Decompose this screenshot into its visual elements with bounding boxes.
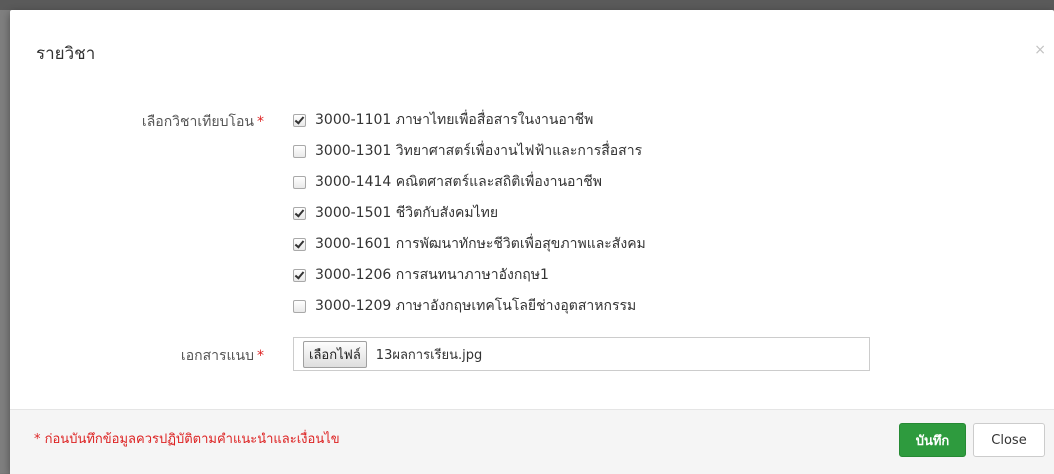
subject-option[interactable]: 3000-1209 ภาษาอังกฤษเทคโนโลยีช่างอุตสาหก…: [293, 296, 636, 316]
subject-option[interactable]: 3000-1501 ชีวิตกับสังคมไทย: [293, 203, 498, 223]
backdrop-top-bar: [0, 0, 1054, 10]
subject-label: 3000-1601 การพัฒนาทักษะชีวิตเพื่อสุขภาพแ…: [315, 236, 646, 252]
subject-option[interactable]: 3000-1414 คณิตศาสตร์และสถิติเพื่องานอาชี…: [293, 172, 602, 192]
modal-title: รายวิชา: [36, 44, 96, 64]
close-icon[interactable]: ×: [1034, 42, 1046, 58]
subjects-label: เลือกวิชาเทียบโอน *: [141, 114, 264, 130]
choose-file-button[interactable]: เลือกไฟล์: [303, 340, 367, 368]
subject-checkbox[interactable]: [293, 175, 306, 189]
subject-option[interactable]: 3000-1206 การสนทนาภาษาอังกฤษ1: [293, 265, 549, 285]
subject-label: 3000-1414 คณิตศาสตร์และสถิติเพื่องานอาชี…: [315, 174, 603, 190]
file-input[interactable]: เลือกไฟล์ 13ผลการเรียน.jpg: [293, 337, 870, 371]
subject-label: 3000-1101 ภาษาไทยเพื่อสื่อสารในงานอาชีพ: [315, 112, 594, 128]
save-button[interactable]: บันทึก: [899, 423, 966, 457]
subject-modal: รายวิชา × เลือกวิชาเทียบโอน * 3000-1101 ภ…: [10, 10, 1054, 474]
subject-checkbox[interactable]: [293, 113, 306, 127]
subject-checkbox[interactable]: [293, 144, 306, 158]
subject-label: 3000-1206 การสนทนาภาษาอังกฤษ1: [315, 267, 549, 283]
required-mark: *: [257, 114, 264, 130]
footer-note: * ก่อนบันทึกข้อมูลควรปฏิบัติตามคำแนะนำแล…: [34, 432, 340, 447]
subject-option[interactable]: 3000-1101 ภาษาไทยเพื่อสื่อสารในงานอาชีพ: [293, 110, 593, 130]
subject-checkbox[interactable]: [293, 237, 306, 251]
subject-option[interactable]: 3000-1301 วิทยาศาสตร์เพื่องานไฟฟ้าและการ…: [293, 141, 642, 161]
subject-checkbox[interactable]: [293, 299, 306, 313]
file-name: 13ผลการเรียน.jpg: [375, 347, 483, 363]
subject-checkbox[interactable]: [293, 206, 306, 220]
subject-checkbox[interactable]: [293, 268, 306, 282]
subject-option[interactable]: 3000-1601 การพัฒนาทักษะชีวิตเพื่อสุขภาพแ…: [293, 234, 646, 254]
modal-header: รายวิชา ×: [10, 10, 1054, 88]
close-button[interactable]: Close: [973, 423, 1045, 457]
subject-label: 3000-1301 วิทยาศาสตร์เพื่องานไฟฟ้าและการ…: [315, 143, 643, 159]
subject-label: 3000-1209 ภาษาอังกฤษเทคโนโลยีช่างอุตสาหก…: [315, 298, 637, 314]
subject-label: 3000-1501 ชีวิตกับสังคมไทย: [315, 205, 499, 221]
attachment-label: เอกสารแนบ *: [180, 348, 264, 364]
required-mark: *: [257, 348, 264, 364]
modal-footer: * ก่อนบันทึกข้อมูลควรปฏิบัติตามคำแนะนำแล…: [10, 409, 1054, 474]
